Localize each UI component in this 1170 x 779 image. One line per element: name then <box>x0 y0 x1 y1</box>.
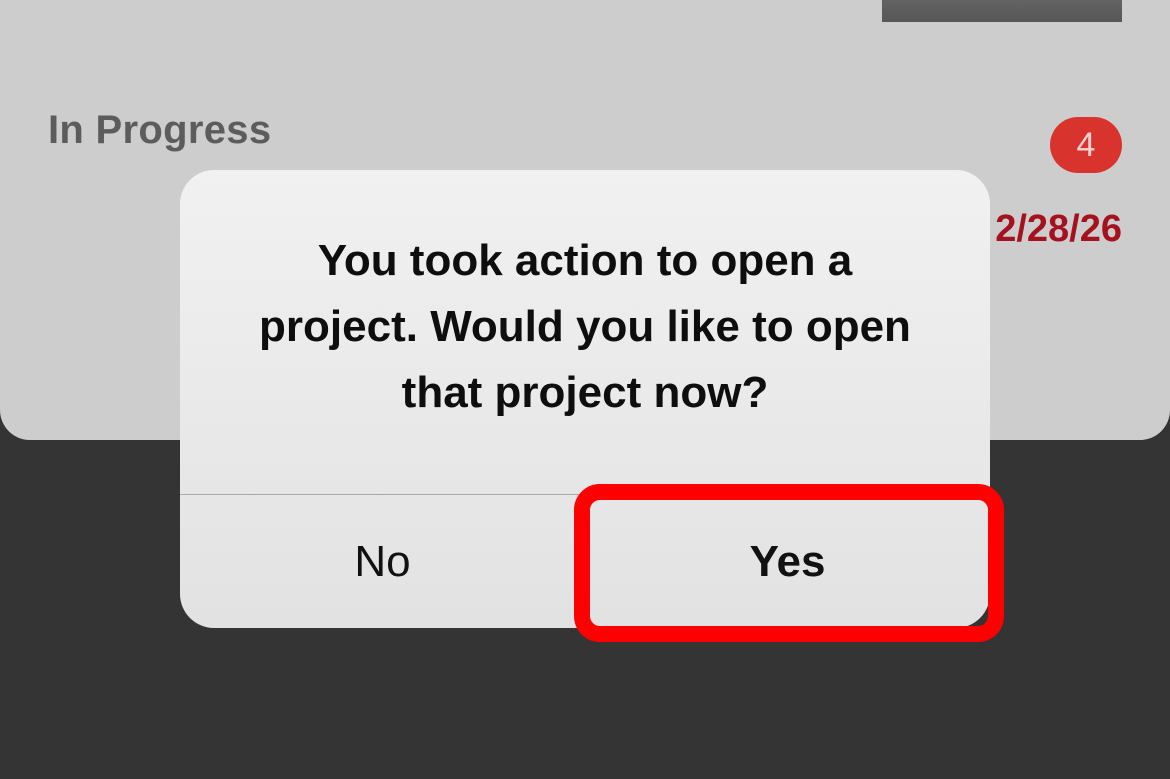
thumbnail-road <box>882 0 1122 22</box>
project-status-label: In Progress <box>48 108 272 152</box>
project-due-date: 2/28/26 <box>995 208 1122 250</box>
count-badge: 4 <box>1050 117 1122 173</box>
open-project-alert-dialog: You took action to open a project. Would… <box>180 170 990 628</box>
no-button[interactable]: No <box>180 495 585 628</box>
yes-button[interactable]: Yes <box>585 495 990 628</box>
project-thumbnail-image[interactable] <box>882 0 1122 22</box>
alert-message: You took action to open a project. Would… <box>259 236 911 417</box>
